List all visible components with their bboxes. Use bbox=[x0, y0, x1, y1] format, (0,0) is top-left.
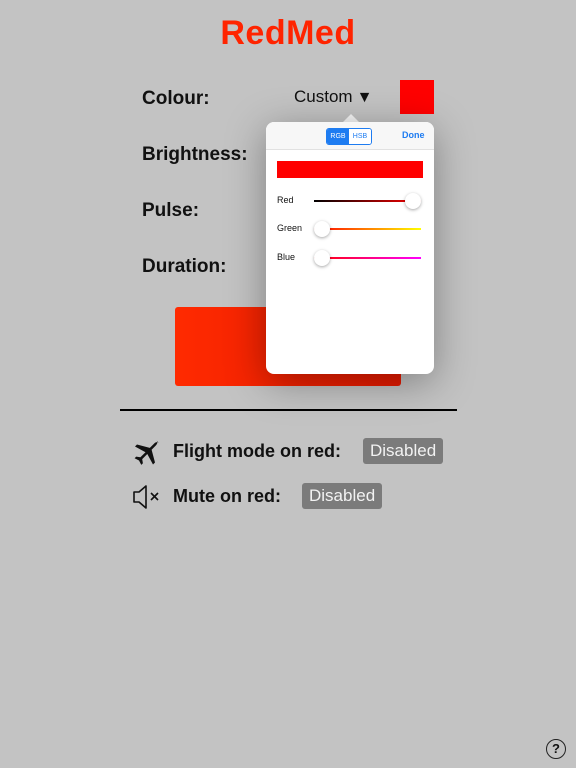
blue-slider-knob[interactable] bbox=[314, 250, 330, 266]
flight-mode-label: Flight mode on red: bbox=[173, 441, 341, 461]
blue-slider-track[interactable] bbox=[314, 250, 421, 266]
speaker-mute-icon bbox=[131, 482, 161, 512]
colour-dropdown-value: Custom bbox=[294, 87, 353, 106]
mute-label: Mute on red: bbox=[173, 486, 281, 506]
chevron-down-icon: ▼ bbox=[356, 89, 373, 106]
help-icon[interactable]: ? bbox=[546, 739, 566, 759]
green-slider-knob[interactable] bbox=[314, 221, 330, 237]
red-slider-track[interactable] bbox=[314, 193, 421, 209]
airplane-icon bbox=[131, 437, 161, 467]
color-mode-segmented-control[interactable]: RGB HSB bbox=[326, 128, 372, 145]
app-title: RedMed bbox=[220, 14, 356, 52]
section-divider bbox=[120, 409, 457, 411]
brightness-label: Brightness: bbox=[142, 144, 248, 165]
color-preview bbox=[277, 161, 423, 178]
blue-slider-label: Blue bbox=[277, 252, 296, 262]
mute-toggle[interactable]: Disabled bbox=[302, 483, 383, 509]
tab-rgb[interactable]: RGB bbox=[327, 129, 349, 144]
colour-label: Colour: bbox=[142, 88, 210, 109]
green-slider-track[interactable] bbox=[314, 221, 421, 237]
colour-swatch[interactable] bbox=[400, 80, 434, 114]
red-slider-label: Red bbox=[277, 195, 294, 205]
tab-hsb[interactable]: HSB bbox=[349, 129, 371, 144]
popover-header: RGB HSB Done bbox=[266, 122, 434, 150]
done-button[interactable]: Done bbox=[402, 130, 425, 140]
flight-mode-toggle[interactable]: Disabled bbox=[363, 438, 444, 464]
color-picker-popover: RGB HSB Done Red Green Blue bbox=[266, 122, 434, 374]
green-slider-label: Green bbox=[277, 223, 303, 233]
red-slider-knob[interactable] bbox=[405, 193, 421, 209]
duration-label: Duration: bbox=[142, 256, 227, 277]
colour-dropdown[interactable]: Custom ▼ bbox=[294, 87, 372, 107]
pulse-label: Pulse: bbox=[142, 200, 200, 221]
